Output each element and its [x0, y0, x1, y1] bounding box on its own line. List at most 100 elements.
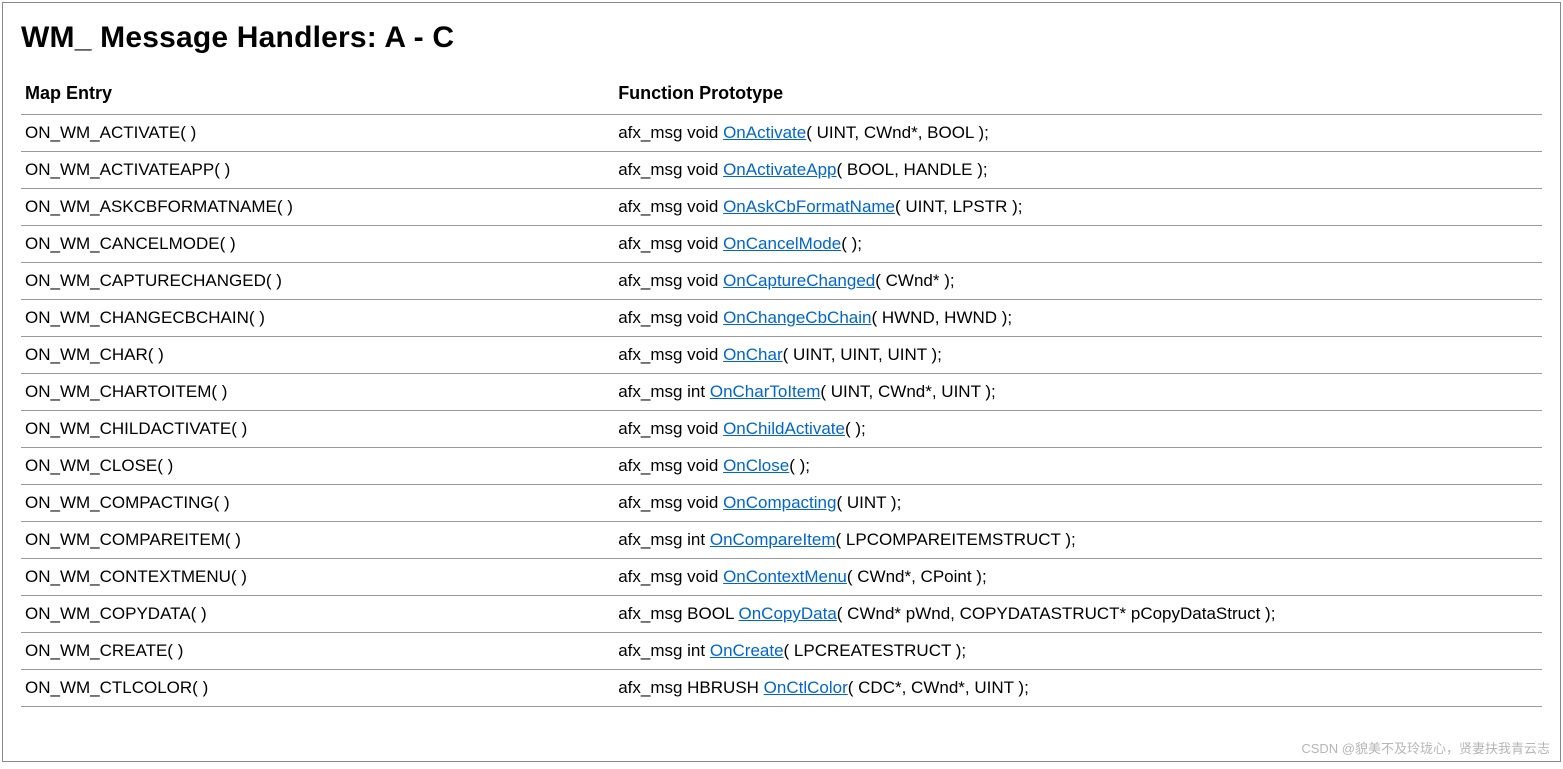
- table-row: ON_WM_COMPACTING( )afx_msg void OnCompac…: [21, 485, 1542, 522]
- prototype-prefix: afx_msg void: [618, 419, 723, 438]
- handlers-table: Map Entry Function Prototype ON_WM_ACTIV…: [21, 77, 1542, 707]
- table-row: ON_WM_CANCELMODE( )afx_msg void OnCancel…: [21, 226, 1542, 263]
- function-prototype-cell: afx_msg void OnCompacting( UINT );: [614, 485, 1542, 522]
- prototype-suffix: ( CWnd* );: [875, 271, 954, 290]
- watermark-text: CSDN @貌美不及玲珑心，贤妻扶我青云志: [1301, 738, 1550, 757]
- map-entry-cell: ON_WM_CAPTURECHANGED( ): [21, 263, 614, 300]
- function-prototype-cell: afx_msg void OnChangeCbChain( HWND, HWND…: [614, 300, 1542, 337]
- table-row: ON_WM_CHILDACTIVATE( )afx_msg void OnChi…: [21, 411, 1542, 448]
- prototype-prefix: afx_msg int: [618, 641, 710, 660]
- prototype-suffix: ( UINT );: [836, 493, 901, 512]
- function-link[interactable]: OnCreate: [710, 641, 784, 660]
- prototype-suffix: ( BOOL, HANDLE );: [836, 160, 987, 179]
- page-title: WM_ Message Handlers: A - C: [21, 21, 1542, 55]
- prototype-suffix: ( );: [845, 419, 866, 438]
- function-prototype-cell: afx_msg void OnContextMenu( CWnd*, CPoin…: [614, 559, 1542, 596]
- table-row: ON_WM_CHANGECBCHAIN( )afx_msg void OnCha…: [21, 300, 1542, 337]
- table-row: ON_WM_CREATE( )afx_msg int OnCreate( LPC…: [21, 633, 1542, 670]
- function-link[interactable]: OnCtlColor: [764, 678, 848, 697]
- prototype-suffix: ( UINT, LPSTR );: [895, 197, 1023, 216]
- prototype-suffix: ( LPCOMPAREITEMSTRUCT );: [836, 530, 1076, 549]
- table-row: ON_WM_ASKCBFORMATNAME( )afx_msg void OnA…: [21, 189, 1542, 226]
- function-link[interactable]: OnCopyData: [739, 604, 837, 623]
- map-entry-cell: ON_WM_CANCELMODE( ): [21, 226, 614, 263]
- prototype-prefix: afx_msg void: [618, 160, 723, 179]
- function-link[interactable]: OnCaptureChanged: [723, 271, 875, 290]
- function-link[interactable]: OnCancelMode: [723, 234, 841, 253]
- prototype-prefix: afx_msg void: [618, 271, 723, 290]
- function-link[interactable]: OnCompareItem: [710, 530, 836, 549]
- map-entry-cell: ON_WM_CREATE( ): [21, 633, 614, 670]
- function-prototype-cell: afx_msg int OnCharToItem( UINT, CWnd*, U…: [614, 374, 1542, 411]
- table-row: ON_WM_CLOSE( )afx_msg void OnClose( );: [21, 448, 1542, 485]
- prototype-prefix: afx_msg void: [618, 197, 723, 216]
- prototype-suffix: ( CWnd*, CPoint );: [847, 567, 987, 586]
- function-link[interactable]: OnChar: [723, 345, 783, 364]
- table-row: ON_WM_CONTEXTMENU( )afx_msg void OnConte…: [21, 559, 1542, 596]
- function-link[interactable]: OnCompacting: [723, 493, 836, 512]
- table-row: ON_WM_COPYDATA( )afx_msg BOOL OnCopyData…: [21, 596, 1542, 633]
- document-page: WM_ Message Handlers: A - C Map Entry Fu…: [2, 2, 1561, 762]
- prototype-prefix: afx_msg void: [618, 456, 723, 475]
- prototype-suffix: ( UINT, CWnd*, UINT );: [820, 382, 995, 401]
- function-link[interactable]: OnActivate: [723, 123, 806, 142]
- prototype-suffix: ( CWnd* pWnd, COPYDATASTRUCT* pCopyDataS…: [837, 604, 1276, 623]
- prototype-suffix: ( UINT, CWnd*, BOOL );: [806, 123, 989, 142]
- col-header-map-entry: Map Entry: [21, 77, 614, 115]
- table-row: ON_WM_CAPTURECHANGED( )afx_msg void OnCa…: [21, 263, 1542, 300]
- map-entry-cell: ON_WM_COPYDATA( ): [21, 596, 614, 633]
- prototype-prefix: afx_msg HBRUSH: [618, 678, 763, 697]
- function-prototype-cell: afx_msg void OnAskCbFormatName( UINT, LP…: [614, 189, 1542, 226]
- prototype-prefix: afx_msg void: [618, 567, 723, 586]
- map-entry-cell: ON_WM_CONTEXTMENU( ): [21, 559, 614, 596]
- map-entry-cell: ON_WM_CHILDACTIVATE( ): [21, 411, 614, 448]
- prototype-prefix: afx_msg void: [618, 345, 723, 364]
- table-row: ON_WM_ACTIVATE( )afx_msg void OnActivate…: [21, 115, 1542, 152]
- table-row: ON_WM_CHAR( )afx_msg void OnChar( UINT, …: [21, 337, 1542, 374]
- function-prototype-cell: afx_msg void OnActivateApp( BOOL, HANDLE…: [614, 152, 1542, 189]
- function-link[interactable]: OnChangeCbChain: [723, 308, 871, 327]
- function-prototype-cell: afx_msg void OnCancelMode( );: [614, 226, 1542, 263]
- function-link[interactable]: OnActivateApp: [723, 160, 836, 179]
- function-link[interactable]: OnChildActivate: [723, 419, 845, 438]
- function-prototype-cell: afx_msg int OnCreate( LPCREATESTRUCT );: [614, 633, 1542, 670]
- prototype-suffix: ( LPCREATESTRUCT );: [784, 641, 967, 660]
- prototype-prefix: afx_msg int: [618, 382, 710, 401]
- function-prototype-cell: afx_msg void OnChildActivate( );: [614, 411, 1542, 448]
- function-prototype-cell: afx_msg void OnChar( UINT, UINT, UINT );: [614, 337, 1542, 374]
- prototype-prefix: afx_msg BOOL: [618, 604, 738, 623]
- function-link[interactable]: OnContextMenu: [723, 567, 847, 586]
- col-header-function-prototype: Function Prototype: [614, 77, 1542, 115]
- map-entry-cell: ON_WM_COMPAREITEM( ): [21, 522, 614, 559]
- function-prototype-cell: afx_msg HBRUSH OnCtlColor( CDC*, CWnd*, …: [614, 670, 1542, 707]
- table-row: ON_WM_COMPAREITEM( )afx_msg int OnCompar…: [21, 522, 1542, 559]
- prototype-suffix: ( );: [789, 456, 810, 475]
- prototype-prefix: afx_msg void: [618, 493, 723, 512]
- function-prototype-cell: afx_msg void OnClose( );: [614, 448, 1542, 485]
- prototype-prefix: afx_msg void: [618, 123, 723, 142]
- table-row: ON_WM_CHARTOITEM( )afx_msg int OnCharToI…: [21, 374, 1542, 411]
- prototype-suffix: ( CDC*, CWnd*, UINT );: [848, 678, 1029, 697]
- map-entry-cell: ON_WM_CTLCOLOR( ): [21, 670, 614, 707]
- map-entry-cell: ON_WM_COMPACTING( ): [21, 485, 614, 522]
- map-entry-cell: ON_WM_CHANGECBCHAIN( ): [21, 300, 614, 337]
- map-entry-cell: ON_WM_CHAR( ): [21, 337, 614, 374]
- function-link[interactable]: OnCharToItem: [710, 382, 821, 401]
- prototype-prefix: afx_msg void: [618, 308, 723, 327]
- function-link[interactable]: OnAskCbFormatName: [723, 197, 895, 216]
- function-prototype-cell: afx_msg int OnCompareItem( LPCOMPAREITEM…: [614, 522, 1542, 559]
- map-entry-cell: ON_WM_CHARTOITEM( ): [21, 374, 614, 411]
- map-entry-cell: ON_WM_ACTIVATE( ): [21, 115, 614, 152]
- function-prototype-cell: afx_msg void OnCaptureChanged( CWnd* );: [614, 263, 1542, 300]
- prototype-suffix: ( UINT, UINT, UINT );: [783, 345, 942, 364]
- map-entry-cell: ON_WM_CLOSE( ): [21, 448, 614, 485]
- prototype-prefix: afx_msg int: [618, 530, 710, 549]
- prototype-prefix: afx_msg void: [618, 234, 723, 253]
- table-header-row: Map Entry Function Prototype: [21, 77, 1542, 115]
- function-link[interactable]: OnClose: [723, 456, 789, 475]
- map-entry-cell: ON_WM_ASKCBFORMATNAME( ): [21, 189, 614, 226]
- function-prototype-cell: afx_msg void OnActivate( UINT, CWnd*, BO…: [614, 115, 1542, 152]
- prototype-suffix: ( HWND, HWND );: [871, 308, 1012, 327]
- map-entry-cell: ON_WM_ACTIVATEAPP( ): [21, 152, 614, 189]
- prototype-suffix: ( );: [841, 234, 862, 253]
